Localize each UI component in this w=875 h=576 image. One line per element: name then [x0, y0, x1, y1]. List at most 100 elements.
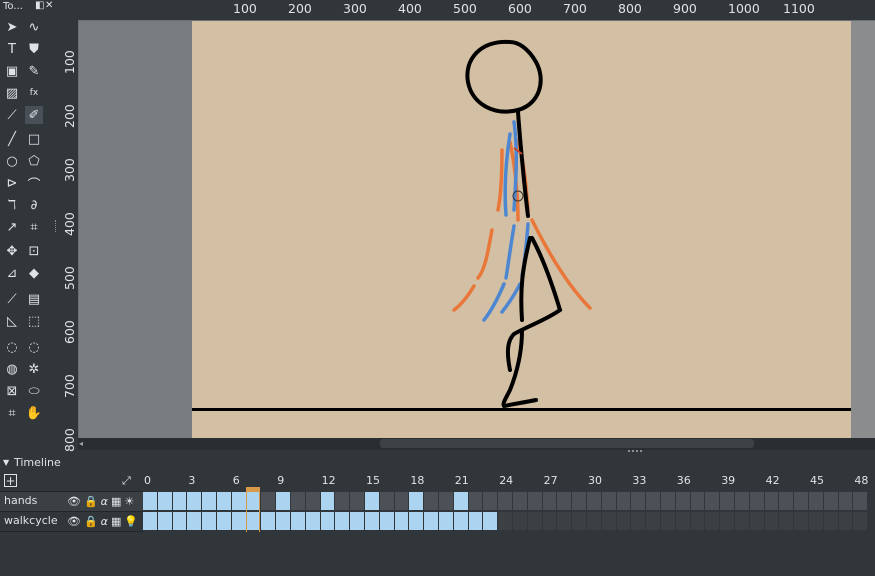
- frame-cell-walkcycle[interactable]: [231, 512, 247, 530]
- frame-cell-walkcycle[interactable]: [749, 512, 765, 530]
- frame-cell-walkcycle[interactable]: [187, 512, 203, 530]
- frame-cell-hands[interactable]: [320, 492, 336, 510]
- frame-cell-walkcycle[interactable]: [498, 512, 513, 530]
- curve-icon[interactable]: ℸ: [3, 196, 21, 214]
- lasso-icon[interactable]: ∿: [25, 18, 43, 36]
- frame-cell-walkcycle[interactable]: [394, 512, 410, 530]
- frame-cell-walkcycle[interactable]: [202, 512, 217, 530]
- frame-cell-walkcycle[interactable]: [453, 512, 469, 530]
- frame-cell-walkcycle[interactable]: [823, 512, 839, 530]
- frame-cell-hands[interactable]: [231, 492, 247, 510]
- frame-cell-hands[interactable]: [498, 492, 513, 510]
- frame-cell-walkcycle[interactable]: [335, 512, 351, 530]
- frame-cell-hands[interactable]: [291, 492, 306, 510]
- ellipse-select-icon[interactable]: ◌: [3, 338, 21, 356]
- select-icon[interactable]: ➤: [3, 18, 21, 36]
- expand-icon[interactable]: ⤢: [122, 474, 136, 488]
- move-icon[interactable]: ✥: [3, 242, 21, 260]
- frame-cell-hands[interactable]: [572, 492, 587, 510]
- frame-cell-walkcycle[interactable]: [661, 512, 676, 530]
- frame-cell-walkcycle[interactable]: [764, 512, 780, 530]
- frame-cell-walkcycle[interactable]: [439, 512, 454, 530]
- ruler-top[interactable]: 100 200 300 400 500 600 700 800 900 1000 1100: [78, 0, 875, 21]
- frame-cell-walkcycle[interactable]: [779, 512, 795, 530]
- rect-icon[interactable]: □: [25, 130, 43, 148]
- frame-cell-walkcycle[interactable]: [616, 512, 632, 530]
- frame-cell-walkcycle[interactable]: [587, 512, 602, 530]
- frame-cell-hands[interactable]: [527, 492, 543, 510]
- pencil-edit-icon[interactable]: ✎: [25, 62, 43, 80]
- frame-cell-walkcycle[interactable]: [542, 512, 558, 530]
- playhead[interactable]: [246, 487, 260, 532]
- frame-cell-hands[interactable]: [853, 492, 869, 510]
- artboard[interactable]: [192, 20, 851, 438]
- frame-cell-hands[interactable]: [143, 492, 158, 510]
- frame-cell-walkcycle[interactable]: [705, 512, 721, 530]
- frame-cell-walkcycle[interactable]: [631, 512, 647, 530]
- frame-cell-walkcycle[interactable]: [557, 512, 573, 530]
- frame-cell-walkcycle[interactable]: [320, 512, 336, 530]
- color-picker-icon[interactable]: ⟋: [3, 290, 21, 308]
- frame-cell-walkcycle[interactable]: [409, 512, 425, 530]
- frame-cell-hands[interactable]: [483, 492, 499, 510]
- ellipse-icon[interactable]: ○: [3, 152, 21, 170]
- frame-cell-hands[interactable]: [335, 492, 351, 510]
- stamp-icon[interactable]: ⛊: [25, 40, 43, 58]
- scroll-left-icon[interactable]: ◂: [79, 439, 89, 449]
- text-icon[interactable]: T: [3, 40, 21, 58]
- lock-icon[interactable]: 🔒: [84, 495, 98, 508]
- checker-icon[interactable]: ▦: [111, 495, 121, 508]
- smart-pen-icon[interactable]: ↗: [3, 218, 21, 236]
- onion-skin-icon[interactable]: 💡: [124, 515, 138, 528]
- gradient-icon[interactable]: ▤: [25, 290, 43, 308]
- frame-cell-hands[interactable]: [365, 492, 380, 510]
- frame-cell-walkcycle[interactable]: [513, 512, 528, 530]
- frame-cell-hands[interactable]: [394, 492, 410, 510]
- frame-cell-walkcycle[interactable]: [853, 512, 869, 530]
- frame-cell-walkcycle[interactable]: [690, 512, 706, 530]
- frame-cell-hands[interactable]: [675, 492, 691, 510]
- horizontal-scrollbar-thumb[interactable]: [380, 439, 754, 448]
- frame-cell-hands[interactable]: [587, 492, 602, 510]
- frame-cell-hands[interactable]: [779, 492, 795, 510]
- image-icon[interactable]: ▣: [3, 62, 21, 80]
- layer-name[interactable]: walkcycle: [4, 514, 58, 527]
- frame-cell-walkcycle[interactable]: [305, 512, 321, 530]
- frame-cell-walkcycle[interactable]: [735, 512, 750, 530]
- frame-cell-hands[interactable]: [453, 492, 469, 510]
- float-icon[interactable]: ◧: [35, 0, 44, 11]
- visibility-icon[interactable]: 👁: [67, 515, 81, 528]
- frame-cell-walkcycle[interactable]: [217, 512, 232, 530]
- frame-cell-walkcycle[interactable]: [276, 512, 291, 530]
- frame-cell-walkcycle[interactable]: [483, 512, 499, 530]
- alpha-icon[interactable]: α: [101, 515, 108, 528]
- frame-cell-hands[interactable]: [350, 492, 365, 510]
- frame-cell-walkcycle[interactable]: [424, 512, 439, 530]
- layer-name[interactable]: hands: [4, 494, 37, 507]
- frame-cell-walkcycle[interactable]: [527, 512, 543, 530]
- frame-cell-hands[interactable]: [513, 492, 528, 510]
- frame-cell-hands[interactable]: [379, 492, 395, 510]
- frame-cell-hands[interactable]: [409, 492, 425, 510]
- close-icon[interactable]: ✕: [45, 0, 53, 11]
- frame-cell-hands[interactable]: [424, 492, 439, 510]
- alpha-icon[interactable]: α: [101, 495, 108, 508]
- frame-cell-walkcycle[interactable]: [291, 512, 306, 530]
- frame-cell-walkcycle[interactable]: [646, 512, 661, 530]
- frame-cell-hands[interactable]: [217, 492, 232, 510]
- frame-cell-hands[interactable]: [646, 492, 661, 510]
- frame-cell-hands[interactable]: [809, 492, 824, 510]
- pan-icon[interactable]: ✋: [25, 404, 43, 422]
- layer-row-walkcycle[interactable]: walkcycle 👁 🔒 α ▦ 💡: [0, 512, 143, 532]
- transform-icon[interactable]: ⊡: [25, 242, 43, 260]
- frame-cell-hands[interactable]: [468, 492, 484, 510]
- frame-cell-hands[interactable]: [305, 492, 321, 510]
- freehand-path-icon[interactable]: ∂: [25, 196, 43, 214]
- pattern-icon[interactable]: ▨: [3, 84, 21, 102]
- ruler-left[interactable]: 100 200 300 400 500 600 700 800: [60, 20, 79, 452]
- magic-wand-icon[interactable]: ✲: [25, 360, 43, 378]
- frame-cell-walkcycle[interactable]: [572, 512, 587, 530]
- frame-cell-hands[interactable]: [749, 492, 765, 510]
- frame-cell-hands[interactable]: [172, 492, 188, 510]
- frame-cell-hands[interactable]: [276, 492, 291, 510]
